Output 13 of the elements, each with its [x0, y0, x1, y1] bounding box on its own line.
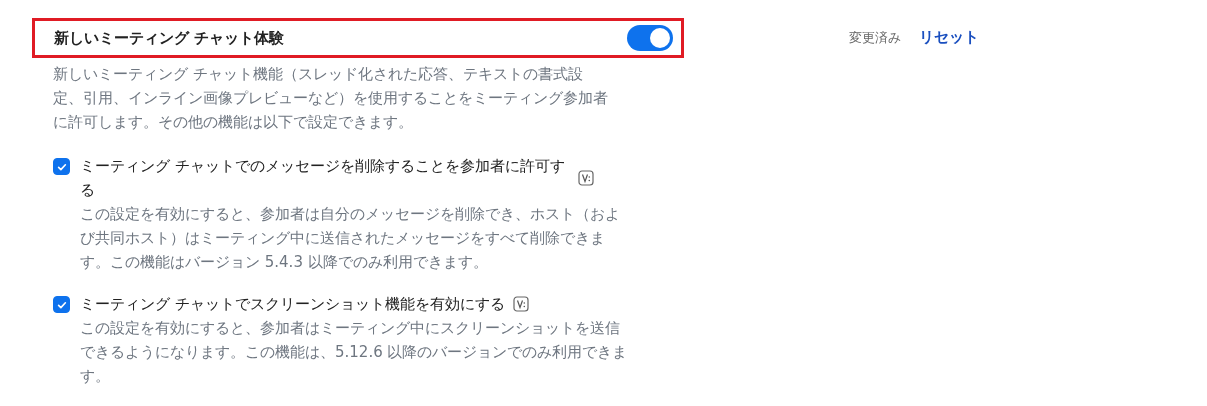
toggle-switch[interactable] — [627, 25, 673, 51]
checkbox[interactable] — [53, 296, 70, 313]
option-description: この設定を有効にすると、参加者はミーティング中にスクリーンショットを送信できるようになります。この機能は、5.12.6 以降のバージョンでのみ利用できます。 — [80, 318, 629, 387]
setting-title: 新しいミーティング チャット体験 — [54, 28, 285, 48]
reset-link[interactable]: リセット — [919, 28, 979, 47]
option-label: ミーティング チャットでスクリーンショット機能を有効にする — [80, 294, 505, 315]
option-label: ミーティング チャットでのメッセージを削除することを参加者に許可する — [80, 156, 566, 201]
checkbox[interactable] — [53, 158, 70, 175]
modified-label: 変更済み — [849, 29, 901, 47]
setting-description: 新しいミーティング チャット機能（スレッド化された応答、テキストの書式設定、引用、インライン画像プレビューなど）を使用することをミーティング参加者に許可します。その他の機能は以下で設定できます。 — [52, 64, 609, 133]
version-icon — [578, 170, 594, 186]
option-description: この設定を有効にすると、参加者は自分のメッセージを削除でき、ホスト（および共同ホスト）はミーティング中に送信されたメッセージをすべて削除できます。この機能はバージョン 5.4.3 以降でのみ利用できます。 — [80, 204, 621, 273]
version-icon — [512, 296, 529, 312]
